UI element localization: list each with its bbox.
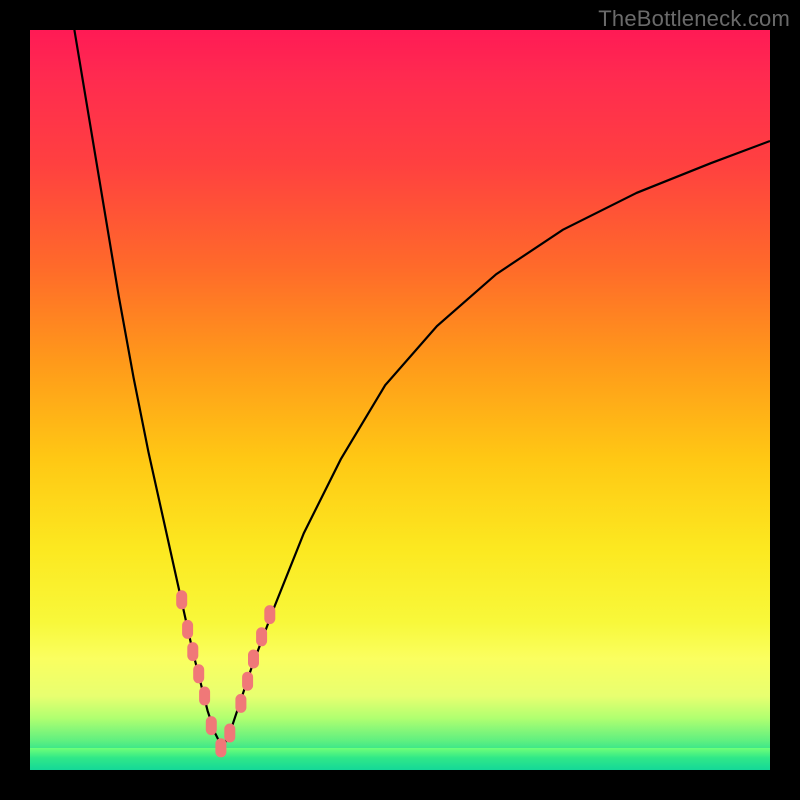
chart-svg xyxy=(30,30,770,770)
marker-5 xyxy=(206,717,216,735)
marker-9 xyxy=(243,672,253,690)
marker-4 xyxy=(200,687,210,705)
watermark-text: TheBottleneck.com xyxy=(598,6,790,32)
marker-3 xyxy=(194,665,204,683)
marker-0 xyxy=(177,591,187,609)
marker-1 xyxy=(183,620,193,638)
curve-right-branch xyxy=(222,141,770,748)
curve-left-branch xyxy=(74,30,222,748)
marker-2 xyxy=(188,643,198,661)
plot-area xyxy=(30,30,770,770)
marker-group xyxy=(177,591,275,757)
chart-frame: TheBottleneck.com xyxy=(0,0,800,800)
curve-group xyxy=(74,30,770,748)
marker-6 xyxy=(216,739,226,757)
marker-11 xyxy=(257,628,267,646)
marker-12 xyxy=(265,606,275,624)
marker-7 xyxy=(225,724,235,742)
marker-8 xyxy=(236,694,246,712)
marker-10 xyxy=(249,650,259,668)
